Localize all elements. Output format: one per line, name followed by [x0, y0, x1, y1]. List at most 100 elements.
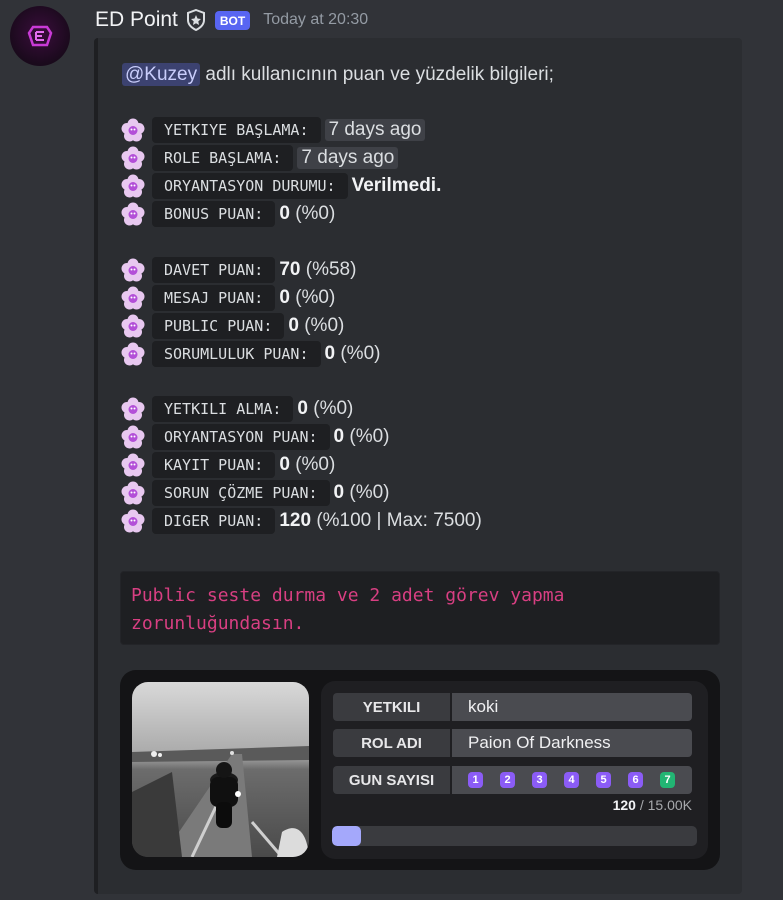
stat-label: ORYANTASYON DURUMU: [152, 173, 348, 199]
stat-label: DIGER PUAN: [152, 508, 276, 534]
stat-value-percent: (%100 | Max: 7500) [311, 510, 482, 531]
ed-logo-icon [27, 25, 53, 47]
stat-row: ORYANTASYON PUAN: 0 (%0) [120, 423, 390, 451]
stat-value-bold: 0 [279, 454, 290, 475]
stat-value-bold: Verilmedi. [351, 175, 442, 196]
stat-label: PUBLIC PUAN: [152, 313, 285, 339]
yetkili-value: koki [452, 693, 692, 721]
day-badges: 1 2 3 4 5 6 7 [452, 766, 692, 794]
flower-emoji-icon [120, 424, 146, 450]
stat-value: 7 days ago [297, 147, 399, 169]
day-badge: 5 [596, 772, 611, 788]
stat-label: ROLE BAŞLAMA: [152, 145, 294, 171]
stat-value-bold: 0 [324, 343, 336, 364]
stat-value-percent: (%0) [289, 454, 336, 475]
stat-value-bold: 0 [333, 482, 345, 503]
flower-emoji-icon [120, 201, 146, 227]
rol-field: ROL ADI Paion Of Darkness [333, 729, 692, 757]
stat-row: DAVET PUAN: 70 (%58) [120, 256, 356, 284]
stat-row: KAYIT PUAN: 0 (%0) [120, 451, 335, 479]
stat-value-bold: 0 [333, 426, 345, 447]
stat-value: 120 (%100 | Max: 7500) [279, 510, 481, 532]
stat-value: 0 (%0) [279, 287, 335, 309]
stat-value-percent: (%58) [300, 259, 357, 280]
stat-row: YETKIYE BAŞLAMA: 7 days ago [120, 116, 426, 144]
stat-label: SORUMLULUK PUAN: [152, 341, 321, 367]
message-header: ED Point BOT Today at 20:30 [95, 6, 368, 34]
stat-value-percent: (%0) [307, 398, 354, 419]
stat-value-bold: 0 [288, 315, 299, 336]
rol-label: ROL ADI [333, 729, 450, 757]
stat-label: BONUS PUAN: [152, 201, 276, 227]
stat-label: DAVET PUAN: [152, 257, 276, 283]
notice-codeblock: Public seste durma ve 2 adet görev yapma… [120, 571, 720, 645]
stat-value-bold: 120 [279, 510, 312, 531]
yetkili-label: YETKILI [333, 693, 450, 721]
progress-bar-fill [332, 826, 362, 846]
stat-value-percent: (%0) [289, 287, 336, 308]
stat-label: MESAJ PUAN: [152, 285, 276, 311]
user-mention[interactable]: @Kuzey [122, 63, 201, 86]
stat-label: ORYANTASYON PUAN: [152, 424, 330, 450]
stat-value-bold: 0 [279, 203, 290, 224]
username[interactable]: ED Point [95, 8, 178, 32]
progress-max: / 15.00K [639, 797, 692, 813]
stat-value-percent: (%0) [298, 315, 345, 336]
flower-emoji-icon [120, 257, 146, 283]
stat-row: MESAJ PUAN: 0 (%0) [120, 284, 335, 312]
stat-value-bold: 70 [279, 259, 301, 280]
day-badge: 2 [500, 772, 515, 788]
stat-value: 0 (%0) [334, 482, 390, 504]
flower-emoji-icon [120, 396, 146, 422]
flower-emoji-icon [120, 480, 146, 506]
day-badge: 3 [532, 772, 547, 788]
flower-emoji-icon [120, 145, 146, 171]
day-badge: 6 [628, 772, 643, 788]
bot-tag: BOT [214, 10, 251, 30]
day-badge: 1 [468, 772, 483, 788]
gun-label: GUN SAYISI [333, 766, 450, 794]
stat-value-bold: 0 [279, 287, 290, 308]
stat-row: ROLE BAŞLAMA: 7 days ago [120, 144, 399, 172]
stat-label: SORUN ÇÖZME PUAN: [152, 480, 330, 506]
intro-line: @Kuzey adlı kullanıcının puan ve yüzdeli… [122, 63, 554, 86]
stat-value: Verilmedi. [352, 175, 442, 197]
stat-value: 0 (%0) [325, 343, 381, 365]
progress-bar [332, 826, 697, 846]
stat-value-percent: (%0) [289, 203, 336, 224]
flower-emoji-icon [120, 341, 146, 367]
gun-field: GUN SAYISI 1 2 3 4 5 6 7 [333, 766, 692, 794]
yetkili-field: YETKILI koki [333, 693, 692, 721]
stat-row: BONUS PUAN: 0 (%0) [120, 200, 335, 228]
shield-icon [186, 9, 205, 31]
flower-emoji-icon [120, 313, 146, 339]
stat-label: YETKIYE BAŞLAMA: [152, 117, 321, 143]
timestamp[interactable]: Today at 20:30 [263, 11, 368, 29]
flower-emoji-icon [120, 452, 146, 478]
stat-row: YETKILI ALMA: 0 (%0) [120, 395, 353, 423]
motorcycle-photo [132, 682, 309, 857]
stat-row: PUBLIC PUAN: 0 (%0) [120, 312, 344, 340]
flower-emoji-icon [120, 173, 146, 199]
stat-value-bold: 0 [297, 398, 308, 419]
flower-emoji-icon [120, 508, 146, 534]
rank-card[interactable]: YETKILI koki ROL ADI Paion Of Darkness G… [120, 670, 720, 870]
stat-value-percent: (%0) [335, 343, 381, 364]
stat-label: KAYIT PUAN: [152, 452, 276, 478]
flower-emoji-icon [120, 117, 146, 143]
progress-text: 120 / 15.00K [613, 797, 692, 813]
stat-value: 0 (%0) [334, 426, 390, 448]
stat-row: SORUN ÇÖZME PUAN: 0 (%0) [120, 479, 390, 507]
stat-value: 0 (%0) [279, 203, 335, 225]
bot-avatar[interactable] [10, 6, 70, 66]
progress-current: 120 [612, 797, 636, 813]
stat-label: YETKILI ALMA: [152, 396, 294, 422]
stat-row: ORYANTASYON DURUMU: Verilmedi. [120, 172, 441, 200]
day-badge: 4 [564, 772, 579, 788]
stat-row: DIGER PUAN: 120 (%100 | Max: 7500) [120, 507, 482, 535]
stat-value-percent: (%0) [344, 426, 390, 447]
stats-panel: YETKILI koki ROL ADI Paion Of Darkness G… [321, 681, 708, 859]
day-badge: 7 [660, 772, 675, 788]
stat-value-percent: (%0) [344, 482, 390, 503]
embed: @Kuzey adlı kullanıcının puan ve yüzdeli… [94, 38, 742, 894]
